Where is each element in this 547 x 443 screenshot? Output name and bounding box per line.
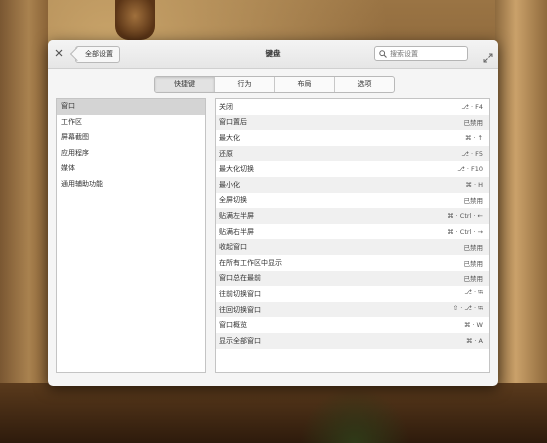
category-item-accessibility[interactable]: 通用辅助功能 (57, 177, 205, 193)
maximize-button[interactable] (483, 48, 493, 63)
shortcut-row[interactable]: 最大化切换 ⎇ · F10 (216, 161, 489, 177)
shortcut-row[interactable]: 往前切换窗口 ⎇ · ⭾ (216, 286, 489, 302)
shortcut-action: 窗口总在最前 (219, 274, 261, 283)
shortcut-action: 最小化 (219, 180, 240, 189)
titlebar: 全部设置 键盘 (48, 40, 498, 69)
shortcut-action: 关闭 (219, 102, 233, 111)
tab-shortcuts[interactable]: 快捷键 (155, 77, 215, 92)
shortcut-keys[interactable]: ⌘ · Ctrl · ← (447, 212, 483, 220)
shortcut-keys[interactable]: ⎇ · F4 (461, 103, 483, 111)
category-item-media[interactable]: 媒体 (57, 161, 205, 177)
shortcut-action: 显示全部窗口 (219, 336, 261, 345)
shortcut-action: 全屏切换 (219, 196, 247, 205)
keyboard-settings-window: 全部设置 键盘 快捷键 行为 布局 选项 窗口 工作区 屏幕截图 应用程序 媒体… (48, 40, 498, 386)
shortcut-row[interactable]: 在所有工作区中显示 已禁用 (216, 255, 489, 271)
shortcut-keys[interactable]: ⌘ · Ctrl · → (447, 228, 483, 236)
shortcut-keys[interactable]: ⇧ · ⎇ · ⭾ (453, 304, 483, 315)
shortcut-row[interactable]: 窗口概览 ⌘ · W (216, 317, 489, 333)
maximize-icon (483, 53, 493, 63)
shortcut-row[interactable]: 窗口置后 已禁用 (216, 114, 489, 131)
tab-layout[interactable]: 布局 (275, 77, 335, 92)
shortcut-action: 在所有工作区中显示 (219, 258, 282, 267)
search-icon (379, 49, 387, 58)
shortcut-action: 贴满右半屏 (219, 227, 254, 236)
tab-bar: 快捷键 行为 布局 选项 (154, 76, 395, 93)
shortcut-list: 关闭 ⎇ · F4 窗口置后 已禁用 最大化 ⌘ · ↑ 还原 ⎇ · F5 最大化切换… (215, 98, 490, 373)
wallpaper-plant (300, 387, 410, 443)
shortcut-keys[interactable]: ⎇ · F5 (461, 150, 483, 158)
shortcut-row[interactable]: 贴满右半屏 ⌘ · Ctrl · → (216, 224, 489, 240)
shortcut-action: 最大化切换 (219, 165, 254, 174)
shortcut-row[interactable]: 显示全部窗口 ⌘ · A (216, 332, 489, 349)
shortcut-row[interactable]: 最小化 ⌘ · H (216, 176, 489, 193)
shortcut-action: 收起窗口 (219, 243, 247, 252)
shortcut-row[interactable]: 最大化 ⌘ · ↑ (216, 130, 489, 146)
shortcut-row[interactable]: 贴满左半屏 ⌘ · Ctrl · ← (216, 208, 489, 224)
shortcut-keys[interactable]: ⎇ · ⭾ (464, 288, 483, 299)
shortcut-action: 往前切换窗口 (219, 289, 261, 298)
shortcut-action: 窗口置后 (219, 118, 247, 127)
shortcut-action: 最大化 (219, 133, 240, 142)
shortcut-row[interactable]: 收起窗口 已禁用 (216, 239, 489, 255)
shortcut-action: 窗口概览 (219, 321, 247, 330)
wallpaper-statue (115, 0, 155, 40)
category-list: 窗口 工作区 屏幕截图 应用程序 媒体 通用辅助功能 (56, 98, 206, 373)
shortcut-action: 往回切换窗口 (219, 305, 261, 314)
shortcut-keys[interactable]: ⌘ · ↑ (465, 134, 483, 142)
search-box[interactable] (374, 46, 468, 61)
shortcut-keys[interactable]: 已禁用 (464, 117, 484, 127)
shortcut-row[interactable]: 往回切换窗口 ⇧ · ⎇ · ⭾ (216, 301, 489, 318)
shortcut-keys[interactable]: ⌘ · H (465, 181, 483, 189)
shortcut-action: 贴满左半屏 (219, 211, 254, 220)
shortcut-row[interactable]: 关闭 ⎇ · F4 (216, 99, 489, 115)
shortcut-action: 还原 (219, 149, 233, 158)
shortcut-keys[interactable]: ⌘ · A (466, 337, 483, 345)
wallpaper-floor (0, 383, 547, 443)
shortcut-keys[interactable]: ⎇ · F10 (457, 165, 483, 173)
shortcut-keys[interactable]: ⌘ · W (464, 321, 483, 329)
shortcut-keys[interactable]: 已禁用 (464, 195, 484, 205)
shortcut-keys[interactable]: 已禁用 (464, 273, 484, 283)
shortcut-row[interactable]: 窗口总在最前 已禁用 (216, 270, 489, 287)
category-item-screenshots[interactable]: 屏幕截图 (57, 130, 205, 146)
wallpaper-column-right (495, 0, 547, 443)
shortcut-keys[interactable]: 已禁用 (464, 258, 484, 268)
shortcut-keys[interactable]: 已禁用 (464, 242, 484, 252)
shortcut-row[interactable]: 全屏切换 已禁用 (216, 193, 489, 209)
category-item-window[interactable]: 窗口 (57, 99, 205, 115)
wallpaper-column-left (0, 0, 48, 443)
category-item-workspaces[interactable]: 工作区 (57, 115, 205, 131)
shortcut-row[interactable]: 还原 ⎇ · F5 (216, 145, 489, 162)
tab-behavior[interactable]: 行为 (215, 77, 275, 92)
category-item-applications[interactable]: 应用程序 (57, 146, 205, 162)
search-input[interactable] (387, 49, 460, 58)
tab-options[interactable]: 选项 (335, 77, 394, 92)
